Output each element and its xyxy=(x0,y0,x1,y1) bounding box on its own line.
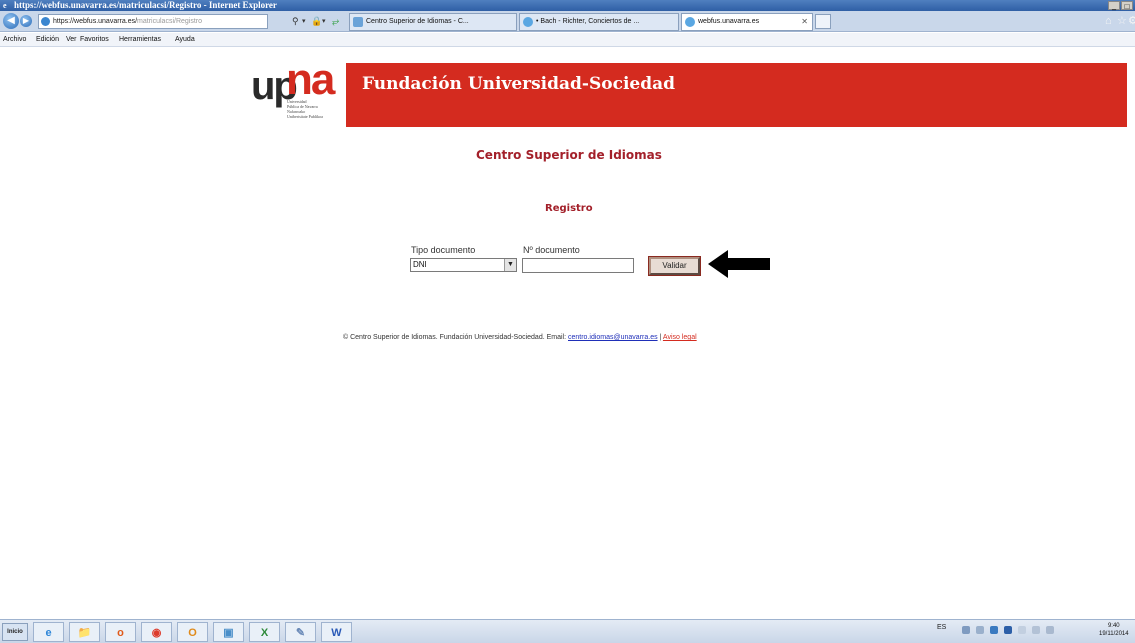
address-bar[interactable]: https://webfus.unavarra.es/matriculacsi/… xyxy=(38,14,268,29)
search-icon[interactable]: ⚲ xyxy=(292,15,299,28)
pointer-arrow-icon xyxy=(708,250,770,278)
power-icon[interactable] xyxy=(1032,626,1040,634)
dropdown-arrow-icon[interactable]: ▾ xyxy=(322,15,326,28)
menu-favoritos[interactable]: Favoritos xyxy=(80,33,109,47)
clock-time: 9:40 xyxy=(1107,623,1120,629)
clock-date: 19/11/2014 xyxy=(1099,631,1129,637)
excel-icon[interactable]: X xyxy=(249,622,280,642)
address-host: https://webfus.unavarra.es/ xyxy=(53,18,138,25)
window-title-bar: e https://webfus.unavarra.es/matriculacs… xyxy=(0,0,1135,11)
page-title: Centro Superior de Idiomas xyxy=(476,148,662,162)
taskbar: Inicio e 📁 o ◉ O ▣ X ✎ W ES 9:40 19/11/2… xyxy=(0,619,1135,643)
tab-bach-richter[interactable]: • Bach - Richter, Conciertos de ... xyxy=(519,13,679,31)
internet-explorer-icon: e xyxy=(3,1,7,10)
tray-expand-icon[interactable] xyxy=(962,626,970,634)
logo-caption-line: Unibertsitate Publikoa xyxy=(287,114,323,119)
email-link[interactable]: centro.idiomas@unavarra.es xyxy=(568,334,658,341)
footer-text: © Centro Superior de Idiomas. Fundación … xyxy=(343,334,568,341)
tab-centro-superior[interactable]: Centro Superior de Idiomas - C... xyxy=(349,13,517,31)
tab-webfus[interactable]: webfus.unavarra.es ✕ xyxy=(681,13,813,31)
language-indicator[interactable]: ES xyxy=(937,624,946,631)
validar-button[interactable]: Validar xyxy=(648,256,701,276)
page-favicon-icon xyxy=(353,17,363,27)
navigation-bar: ◀ ▶ https://webfus.unavarra.es/matricula… xyxy=(0,11,1135,32)
action-center-flag-icon[interactable] xyxy=(1018,626,1026,634)
menu-ver[interactable]: Ver xyxy=(66,33,77,47)
tab-label: webfus.unavarra.es xyxy=(698,18,760,25)
media-player-icon[interactable]: o xyxy=(105,622,136,642)
internet-explorer-taskbar-icon[interactable]: e xyxy=(33,622,64,642)
outlook-icon[interactable]: O xyxy=(177,622,208,642)
menu-edicion[interactable]: Edición xyxy=(36,33,59,47)
site-favicon xyxy=(41,17,50,26)
file-explorer-icon[interactable]: 📁 xyxy=(69,622,100,642)
window-title: https://webfus.unavarra.es/matriculacsi/… xyxy=(14,0,277,10)
chevron-down-icon[interactable]: ▼ xyxy=(504,259,516,271)
tray-app-icon[interactable] xyxy=(1004,626,1012,634)
upna-logo-caption: Universidad Pública de Navarra Nafarroak… xyxy=(287,99,339,119)
upna-logo-na[interactable]: na xyxy=(286,58,335,102)
tipo-documento-label: Tipo documento xyxy=(411,245,476,255)
dropdown-arrow-icon[interactable]: ▾ xyxy=(302,15,306,28)
chrome-icon[interactable]: ◉ xyxy=(141,622,172,642)
lock-icon[interactable]: 🔒 xyxy=(311,15,322,28)
forward-button[interactable]: ▶ xyxy=(20,15,32,27)
tipo-documento-select[interactable]: DNI ▼ xyxy=(410,258,517,272)
back-button[interactable]: ◀ xyxy=(3,13,19,29)
settings-gear-icon[interactable]: ⚙ xyxy=(1128,15,1135,28)
tray-app-icon[interactable] xyxy=(976,626,984,634)
ie-page-icon xyxy=(523,17,533,27)
page-subtitle: Registro xyxy=(545,203,593,214)
menu-bar: Archivo Edición Ver Favoritos Herramient… xyxy=(0,33,1135,47)
numero-documento-input[interactable] xyxy=(522,258,634,273)
start-button[interactable]: Inicio xyxy=(2,623,28,641)
menu-ayuda[interactable]: Ayuda xyxy=(175,33,195,47)
new-tab-button[interactable] xyxy=(815,14,831,29)
menu-archivo[interactable]: Archivo xyxy=(3,33,26,47)
compatibility-view-icon[interactable]: ⥂ xyxy=(332,15,339,28)
page-footer: © Centro Superior de Idiomas. Fundación … xyxy=(343,334,697,341)
address-path: matriculacsi/Registro xyxy=(137,18,203,25)
system-clock[interactable]: 9:40 19/11/2014 xyxy=(1099,622,1129,638)
site-header xyxy=(7,63,1127,127)
tab-label: • Bach - Richter, Conciertos de ... xyxy=(536,18,640,25)
restore-button[interactable]: □ xyxy=(1121,1,1133,11)
favorites-star-icon[interactable]: ☆ xyxy=(1117,15,1127,28)
home-icon[interactable]: ⌂ xyxy=(1105,15,1112,28)
word-icon[interactable]: W xyxy=(321,622,352,642)
tab-label: Centro Superior de Idiomas - C... xyxy=(366,18,469,25)
ie-page-icon xyxy=(685,17,695,27)
paint-icon[interactable]: ✎ xyxy=(285,622,316,642)
volume-icon[interactable] xyxy=(1046,626,1054,634)
minimize-button[interactable]: _ xyxy=(1108,1,1120,11)
numero-documento-label: Nº documento xyxy=(523,245,580,255)
photo-viewer-icon[interactable]: ▣ xyxy=(213,622,244,642)
tipo-documento-value: DNI xyxy=(413,260,427,269)
close-tab-icon[interactable]: ✕ xyxy=(801,14,808,30)
menu-herramientas[interactable]: Herramientas xyxy=(119,33,161,47)
site-title: Fundación Universidad-Sociedad xyxy=(362,74,676,94)
network-icon[interactable] xyxy=(990,626,998,634)
aviso-legal-link[interactable]: Aviso legal xyxy=(663,334,697,341)
